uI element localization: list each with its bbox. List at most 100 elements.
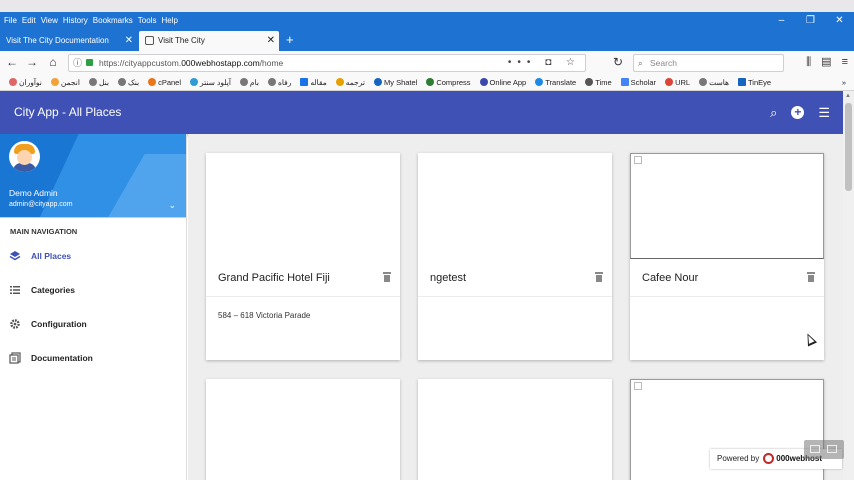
sidebar-item-categories[interactable]: Categories	[0, 273, 186, 307]
bookmark-item[interactable]: مقاله	[300, 78, 327, 87]
profile-header: Demo Admin admin@cityapp.com ⌄	[0, 134, 186, 217]
nav-heading: MAIN NAVIGATION	[0, 217, 186, 239]
bookmark-item[interactable]: Scholar	[620, 78, 656, 87]
chevron-down-icon[interactable]: ⌄	[168, 200, 176, 211]
minimize-icon[interactable]: –	[767, 12, 796, 29]
add-icon[interactable]: +	[791, 106, 805, 119]
avatar	[9, 141, 40, 172]
bookmark-item[interactable]: آپلود سنتر	[190, 78, 231, 87]
library-icon[interactable]: ⫼	[806, 54, 811, 71]
bookmark-item[interactable]: Time	[585, 78, 612, 87]
bookmark-item[interactable]: هاست	[699, 78, 729, 87]
sidebar-item-label: Categories	[31, 285, 75, 295]
place-title: Cafee Nour	[642, 272, 699, 284]
browser-menu-icon[interactable]: ≡	[842, 54, 848, 71]
google-icon	[665, 78, 674, 86]
tab-visit-the-city[interactable]: Visit The City ✕	[139, 31, 279, 51]
url-host: 000webhostapp.com	[181, 58, 260, 68]
close-window-icon[interactable]: ✕	[825, 12, 854, 29]
broken-image-icon	[634, 156, 642, 164]
menu-view[interactable]: View	[41, 16, 58, 25]
bookmark-item[interactable]: Online App	[479, 78, 526, 87]
navigation-toolbar: ← → ⌂ ⓘ https://cityappcustom.000webhost…	[0, 51, 854, 74]
page-actions-icon[interactable]: ••• ◘ ☆	[508, 55, 581, 71]
bookmark-item[interactable]: Compress	[426, 78, 471, 87]
bookmark-icon	[335, 78, 344, 86]
sidebar-item-configuration[interactable]: Configuration	[0, 307, 186, 341]
pause-icon[interactable]	[810, 445, 820, 453]
window-top-strip	[0, 0, 854, 12]
tab-documentation[interactable]: Visit The City Documentation ✕	[0, 31, 137, 51]
powered-label: Powered by	[717, 454, 760, 463]
url-bar[interactable]: ⓘ https://cityappcustom.000webhostapp.co…	[68, 54, 586, 72]
sidebar-icon[interactable]: ▤	[821, 54, 831, 71]
place-card[interactable]: Grand Pacific Hotel Fiji 584 – 618 Victo…	[206, 153, 400, 360]
bookmark-item[interactable]: URL	[665, 78, 690, 87]
scroll-up-icon[interactable]: ▲	[845, 93, 851, 99]
bookmark-item[interactable]: ترجمه	[335, 78, 365, 87]
menu-tools[interactable]: Tools	[138, 16, 157, 25]
menu-bar: File Edit View History Bookmarks Tools H…	[0, 12, 854, 29]
place-title: Grand Pacific Hotel Fiji	[218, 272, 330, 284]
info-icon[interactable]: ⓘ	[73, 55, 82, 71]
lock-icon	[86, 59, 93, 66]
places-grid: Grand Pacific Hotel Fiji 584 – 618 Victo…	[188, 134, 843, 480]
video-controls[interactable]	[804, 440, 844, 459]
bookmark-icon	[9, 78, 17, 86]
layers-icon	[9, 250, 21, 262]
bookmark-item[interactable]: بام	[239, 78, 259, 87]
app-bar: City App - All Places ⌕ + ☰	[0, 91, 854, 134]
sidebar-item-label: Documentation	[31, 353, 93, 363]
bookmark-icon	[373, 78, 382, 86]
bookmark-item[interactable]: بنل	[88, 78, 109, 87]
close-tab-icon[interactable]: ✕	[125, 31, 133, 51]
webhost-logo-icon	[763, 453, 775, 465]
bookmark-item[interactable]: انجمن	[50, 78, 80, 87]
bookmark-item[interactable]: نوآوران	[9, 78, 42, 87]
search-icon[interactable]: ⌕	[770, 91, 777, 134]
menu-help[interactable]: Help	[161, 16, 177, 25]
forward-icon[interactable]: →	[24, 54, 40, 71]
page-scrollbar[interactable]: ▲	[843, 91, 854, 480]
menu-file[interactable]: File	[4, 16, 17, 25]
menu-edit[interactable]: Edit	[22, 16, 36, 25]
bookmark-item[interactable]: بنک	[117, 78, 139, 87]
place-image	[206, 153, 400, 259]
menu-history[interactable]: History	[63, 16, 88, 25]
home-icon[interactable]: ⌂	[45, 54, 61, 71]
bookmark-item[interactable]: رفاه	[267, 78, 291, 87]
search-input[interactable]: ⌕ Search	[633, 54, 784, 72]
globe-icon	[699, 78, 708, 86]
bookmark-item[interactable]: Translate	[535, 78, 576, 87]
clock-icon	[585, 78, 594, 86]
globe-icon	[239, 78, 248, 86]
menu-bookmarks[interactable]: Bookmarks	[93, 16, 133, 25]
place-image	[630, 153, 824, 259]
delete-icon[interactable]	[595, 272, 603, 282]
new-tab-icon[interactable]: +	[286, 31, 294, 49]
place-card[interactable]: ngetest	[418, 153, 612, 360]
scrollbar-thumb[interactable]	[845, 103, 852, 191]
search-icon: ⌕	[638, 58, 643, 68]
reload-icon[interactable]: ↻	[610, 54, 626, 71]
bookmark-icon	[535, 78, 544, 86]
screen-icon[interactable]	[827, 445, 837, 453]
sidebar-item-documentation[interactable]: Documentation	[0, 341, 186, 375]
bookmark-item[interactable]: My Shatel	[373, 78, 417, 87]
bookmark-item[interactable]: TinEye	[737, 78, 771, 87]
delete-icon[interactable]	[807, 272, 815, 282]
close-tab-icon[interactable]: ✕	[267, 31, 275, 51]
globe-icon	[88, 78, 97, 86]
bookmarks-overflow-icon[interactable]: »	[842, 78, 846, 87]
place-card[interactable]: Cafee Nour	[630, 153, 824, 360]
place-card[interactable]	[418, 379, 612, 480]
bookmark-item[interactable]: cPanel	[148, 78, 181, 87]
menu-icon[interactable]: ☰	[818, 91, 830, 134]
restore-icon[interactable]: ❐	[796, 12, 825, 29]
place-image	[418, 379, 612, 480]
bookmarks-toolbar: نوآوران انجمن بنل بنک cPanel آپلود سنتر …	[0, 74, 854, 91]
sidebar-item-all-places[interactable]: All Places	[0, 239, 186, 273]
back-icon[interactable]: ←	[4, 54, 20, 71]
delete-icon[interactable]	[383, 272, 391, 282]
place-card[interactable]	[206, 379, 400, 480]
